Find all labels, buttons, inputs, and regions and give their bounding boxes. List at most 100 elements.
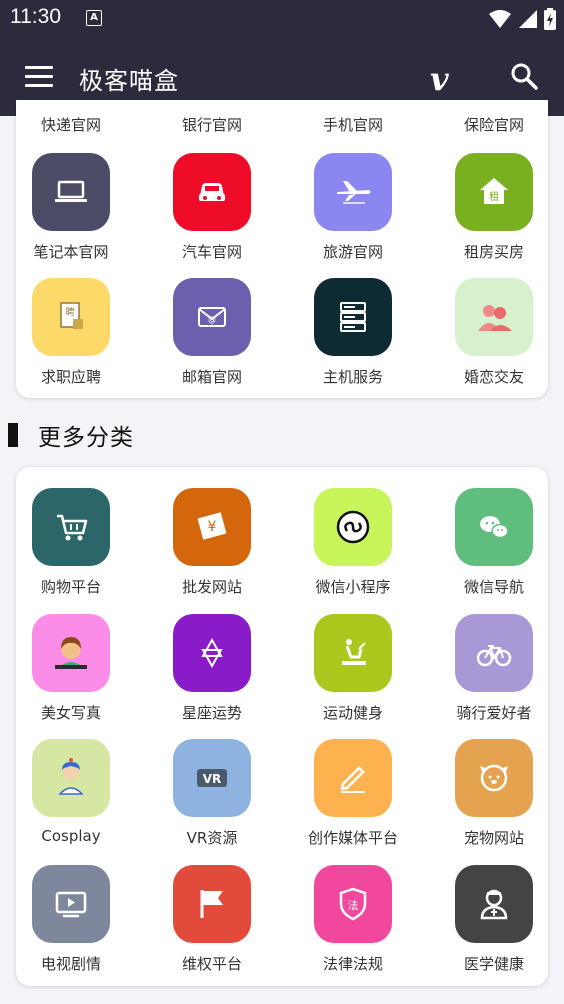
wechat-icon <box>480 516 509 539</box>
category-item[interactable]: 笔记本官网 <box>1 153 141 273</box>
category-tile[interactable] <box>32 864 110 943</box>
category-tile[interactable]: 聘 <box>32 278 110 356</box>
wifi-icon <box>489 10 511 28</box>
category-item[interactable]: ¥ 批发网站 <box>142 488 282 608</box>
category-item[interactable]: 创作媒体平台 <box>283 739 423 859</box>
category-item[interactable]: Cosplay <box>1 739 141 859</box>
category-item[interactable]: 宠物网站 <box>424 739 564 859</box>
category-item[interactable]: 运动健身 <box>283 613 423 734</box>
bottom-edge <box>0 995 564 1004</box>
category-item[interactable]: 汽车官网 <box>142 153 282 273</box>
category-label: 创作媒体平台 <box>307 829 398 847</box>
category-item[interactable]: 骑行爱好者 <box>424 613 564 734</box>
signal-icon <box>519 10 537 28</box>
fitness-icon <box>342 638 366 665</box>
category-label: 美女写真 <box>40 703 101 722</box>
svg-text:¥: ¥ <box>208 519 217 535</box>
category-tile[interactable] <box>32 613 110 692</box>
category-tile[interactable] <box>455 739 533 817</box>
airplane-icon <box>337 181 371 204</box>
server-icon <box>340 302 366 332</box>
category-label: Cosplay <box>41 827 101 845</box>
category-label: 购物平台 <box>40 578 101 596</box>
mail-icon: @ <box>198 307 226 327</box>
law-shield-icon: 法 <box>339 887 367 920</box>
svg-text:聘: 聘 <box>65 306 74 318</box>
section-marker <box>8 423 18 447</box>
category-tile[interactable] <box>314 153 392 231</box>
vimeo-icon[interactable]: v <box>430 60 449 98</box>
category-tile[interactable] <box>173 153 251 231</box>
category-tile[interactable] <box>173 613 251 692</box>
star-of-david-icon <box>201 637 223 668</box>
category-tile[interactable] <box>314 739 392 817</box>
category-tile[interactable] <box>455 488 533 566</box>
category-item[interactable]: 旅游官网 <box>283 153 423 273</box>
category-tile[interactable] <box>455 613 533 692</box>
category-item[interactable]: 聘求职应聘 <box>1 278 141 398</box>
category-tile[interactable]: 租 <box>455 153 533 231</box>
category-tile[interactable] <box>173 864 251 943</box>
category-tile[interactable] <box>32 153 110 231</box>
category-item[interactable]: 购物平台 <box>1 488 141 608</box>
girl-portrait-icon <box>55 636 87 669</box>
category-label: 微信小程序 <box>315 578 391 596</box>
doctor-icon <box>480 889 508 919</box>
category-item[interactable]: 电视剧情 <box>1 864 141 985</box>
svg-text:@: @ <box>208 315 216 324</box>
category-label: VR资源 <box>186 829 238 847</box>
svg-text:VR: VR <box>203 772 222 786</box>
notification-a-icon: A <box>86 10 102 26</box>
category-item[interactable]: 星座运势 <box>142 613 282 734</box>
category-tile[interactable] <box>455 864 533 943</box>
cosplay-icon <box>58 758 84 795</box>
category-item[interactable]: 微信导航 <box>424 488 564 608</box>
category-label: 医学健康 <box>463 954 524 973</box>
category-tile[interactable]: VR <box>173 739 251 817</box>
flag-icon <box>200 889 223 918</box>
category-tile[interactable] <box>314 488 392 566</box>
category-item[interactable]: 租租房买房 <box>424 153 564 273</box>
category-item[interactable]: 维权平台 <box>142 864 282 985</box>
category-label: 主机服务 <box>322 368 383 386</box>
status-bar: 11:30 A <box>0 0 564 38</box>
shopping-cart-icon <box>57 514 88 541</box>
category-tile[interactable] <box>314 278 392 356</box>
pet-dog-icon <box>480 764 508 792</box>
category-label[interactable]: 银行官网 <box>142 114 282 135</box>
category-label: 电视剧情 <box>40 954 101 973</box>
pen-icon <box>340 766 365 793</box>
category-item[interactable]: 美女写真 <box>1 613 141 734</box>
category-label[interactable]: 快递官网 <box>1 114 141 135</box>
category-item[interactable]: 主机服务 <box>283 278 423 398</box>
category-label: 笔记本官网 <box>33 243 109 261</box>
category-tile[interactable] <box>32 739 110 817</box>
category-tile[interactable] <box>314 613 392 692</box>
category-label: 批发网站 <box>181 578 242 596</box>
section-title: 更多分类 <box>38 425 134 451</box>
category-label: 婚恋交友 <box>463 368 524 386</box>
category-item[interactable]: 法法律法规 <box>283 864 423 985</box>
category-item[interactable]: 婚恋交友 <box>424 278 564 398</box>
category-label: 旅游官网 <box>322 243 383 261</box>
category-label: 邮箱官网 <box>181 368 242 386</box>
category-tile[interactable] <box>32 488 110 566</box>
category-item[interactable]: 微信小程序 <box>283 488 423 608</box>
category-label[interactable]: 保险官网 <box>424 114 564 135</box>
category-tile[interactable]: 法 <box>314 864 392 943</box>
category-item[interactable]: VR VR资源 <box>142 739 282 859</box>
top-labels-row: 快递官网 银行官网 手机官网 保险官网 <box>0 114 564 136</box>
status-time: 11:30 <box>10 5 61 28</box>
category-item[interactable]: @ 邮箱官网 <box>142 278 282 398</box>
category-label: 求职应聘 <box>40 368 101 386</box>
category-tile[interactable]: @ <box>173 278 251 356</box>
menu-icon[interactable] <box>25 66 53 88</box>
category-tile[interactable] <box>455 278 533 356</box>
battery-icon <box>544 8 556 30</box>
category-label: 汽车官网 <box>181 243 242 261</box>
category-item[interactable]: 医学健康 <box>424 864 564 985</box>
category-label: 维权平台 <box>181 954 242 973</box>
category-label[interactable]: 手机官网 <box>283 114 423 135</box>
category-tile[interactable]: ¥ <box>173 488 251 566</box>
search-icon[interactable] <box>510 62 538 90</box>
